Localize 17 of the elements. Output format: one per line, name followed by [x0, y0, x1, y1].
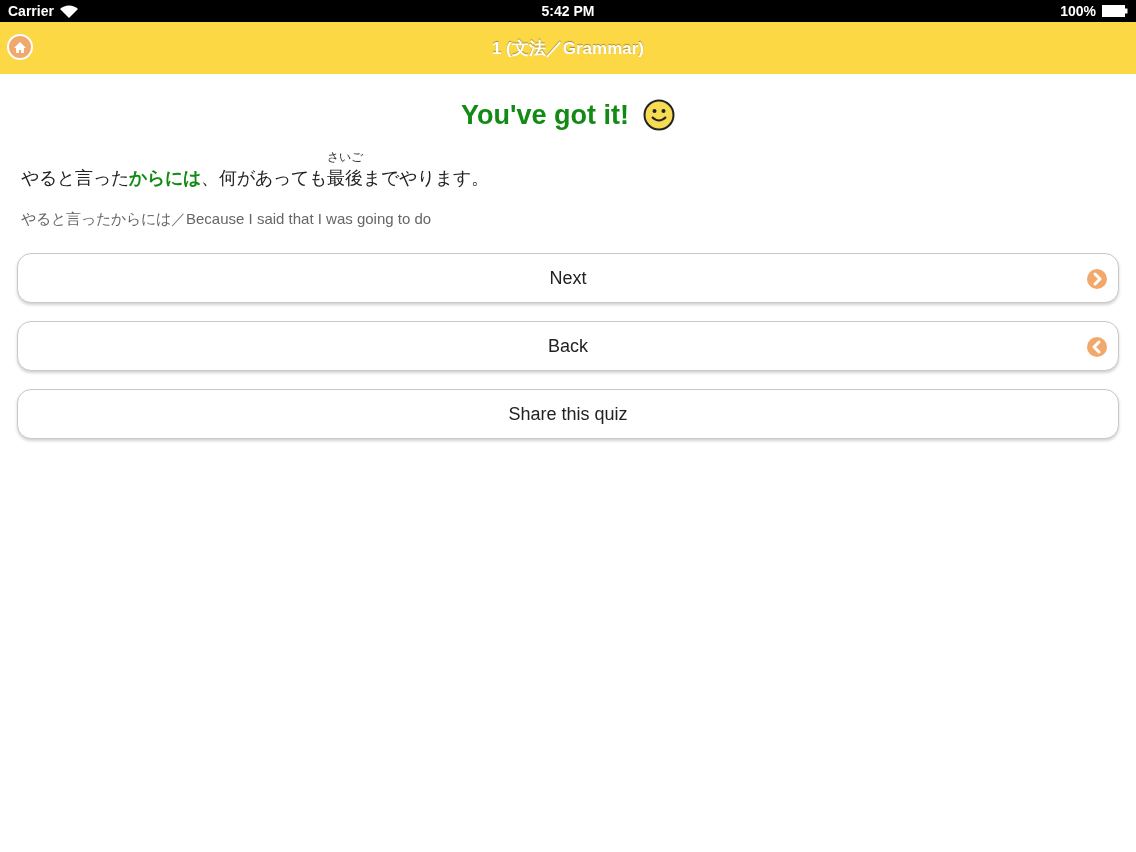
home-icon [13, 40, 27, 54]
chevron-right-icon [1087, 269, 1107, 289]
nav-title: 1 (文法／Grammar) [491, 37, 645, 60]
next-button[interactable]: Next [17, 253, 1119, 303]
battery-percentage: 100% [1060, 3, 1096, 19]
example-sentence: やると言ったからには、何があっても さいご 最後 までやります。 [21, 150, 490, 190]
share-button[interactable]: Share this quiz [17, 389, 1119, 439]
carrier-name: Carrier [8, 3, 54, 19]
back-button[interactable]: Back [17, 321, 1119, 371]
wifi-icon [59, 4, 78, 18]
battery-icon [1102, 5, 1128, 17]
clock: 5:42 PM [541, 3, 595, 19]
result-message: You've got it! [461, 99, 629, 131]
home-button[interactable] [7, 34, 33, 60]
chevron-left-icon [1087, 337, 1107, 357]
smiley-icon [642, 99, 675, 131]
grammar-translation: やると言ったからには／Because I said that I was going to do [21, 210, 433, 229]
